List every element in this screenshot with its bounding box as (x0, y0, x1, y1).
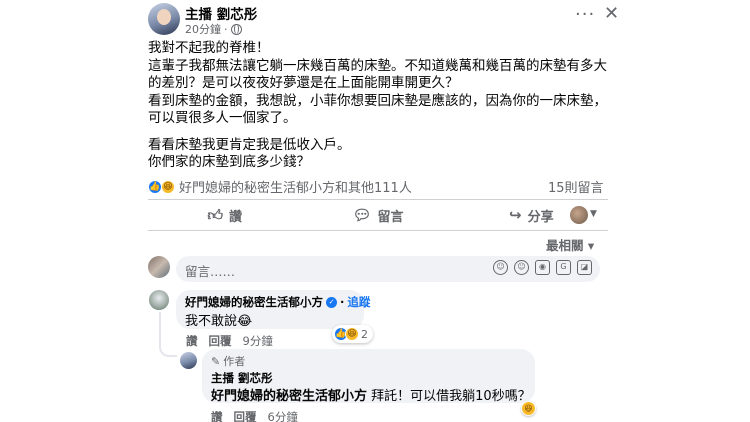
comment-reply-link[interactable]: 回覆 (209, 333, 232, 349)
chevron-down-icon: ▾ (587, 238, 595, 253)
reply-body: 拜託！可以借我躺10秒嗎？ (367, 389, 531, 404)
post-actions: 👍︎ 讚 💬︎ 留言 ↪ 分享 (148, 201, 608, 229)
reply-like-link[interactable]: 讚 (211, 409, 223, 422)
comment-reactions[interactable]: 👍 😆 2 (332, 325, 373, 343)
comment-input[interactable]: 留言…… ☺ ☺ ◉ G ◪ (176, 256, 600, 282)
pen-icon: ✎ (211, 354, 221, 368)
like-label: 讚 (229, 209, 243, 225)
haha-reaction-icon: 😆 (345, 327, 359, 341)
sticker-icon[interactable]: ◪ (577, 260, 592, 275)
mention-tag[interactable]: 好門媳婦的秘密生活郁小方 (211, 389, 367, 404)
divider (148, 230, 608, 231)
comment-like-link[interactable]: 讚 (186, 333, 198, 349)
verified-badge-icon: ✓ (326, 296, 337, 308)
reply-thread-line (159, 312, 177, 357)
comment-label: 留言 (377, 209, 404, 225)
sort-label: 最相關 (546, 238, 584, 253)
comment-bubble: 好門媳婦的秘密生活郁小方 ✓ · 追蹤 我不敢說😂 (176, 290, 370, 329)
post-meta: 20分鐘 · (185, 21, 242, 37)
comment-button[interactable]: 💬︎ 留言 (301, 206, 454, 225)
comment-sort-dropdown[interactable]: 最相關 ▾ (546, 235, 594, 254)
divider (148, 199, 608, 200)
reply-author-avatar[interactable] (180, 352, 197, 369)
poster-name[interactable]: 主播 劉芯彤 (185, 3, 257, 23)
commenter-avatar[interactable] (149, 290, 169, 310)
comment-bubble-icon: 💬︎ (352, 206, 372, 224)
left-margin (0, 0, 135, 422)
profile-switch-avatar[interactable] (570, 206, 588, 224)
close-icon[interactable]: ✕ (604, 3, 619, 24)
post-line: 看到床墊的金額，我想說，小菲你想要回床墊是應該的，因為你的一床床墊，可以買很多人… (148, 92, 607, 127)
more-horizontal-icon[interactable]: ··· (575, 4, 595, 25)
thumbs-up-icon: 👍︎ (207, 205, 223, 224)
gif-icon[interactable]: G (556, 260, 571, 275)
dot-separator: · (340, 295, 345, 309)
comment-time[interactable]: 9分鐘 (243, 333, 273, 349)
post-line: 你們家的床墊到底多少錢？ (148, 154, 310, 170)
post-body: 我對不起我的脊椎！ 這輩子我都無法讓它躺一床幾百萬的床墊。不知道幾萬和幾百萬的床… (148, 40, 608, 172)
emoji-icon[interactable]: ☺ (514, 260, 529, 275)
share-label: 分享 (527, 209, 554, 225)
post-line: 這輩子我都無法讓它躺一床幾百萬的床墊。不知道幾萬和幾百萬的床墊有多大的差別？是可… (148, 57, 607, 92)
current-user-avatar (148, 256, 170, 278)
post-line: 看看床墊我更肯定我是低收入戶。 (148, 136, 351, 153)
reactions-summary[interactable]: 👍 😆 好門媳婦的秘密生活郁小方和其他111人 (148, 177, 412, 196)
poster-avatar[interactable] (148, 3, 180, 35)
camera-icon[interactable]: ◉ (535, 260, 550, 275)
comment-actions: 讚 回覆 9分鐘 (186, 333, 273, 349)
like-reaction-icon: 👍 (148, 179, 162, 194)
comment-reaction-count: 2 (361, 327, 368, 341)
chevron-down-icon[interactable]: ▼ (590, 209, 597, 219)
reply-actions: 讚 回覆 6分鐘 (211, 409, 298, 422)
reactions-text[interactable]: 好門媳婦的秘密生活郁小方和其他111人 (179, 177, 412, 196)
globe-icon (230, 23, 242, 35)
reply-author[interactable]: 主播 劉芯彤 (211, 370, 273, 386)
reply-text: 好門媳婦的秘密生活郁小方 拜託！可以借我躺10秒嗎？ (211, 385, 531, 404)
comment-placeholder: 留言…… (185, 264, 236, 279)
comment-author-row: 好門媳婦的秘密生活郁小方 ✓ · 追蹤 (185, 294, 370, 310)
comment-input-tools: ☺ ☺ ◉ G ◪ (493, 260, 592, 275)
author-badge-label: 作者 (223, 355, 246, 368)
haha-reaction-icon: 😆 (161, 179, 175, 194)
reply-time[interactable]: 6分鐘 (268, 409, 298, 422)
reply-reply-link[interactable]: 回覆 (234, 409, 257, 422)
like-button[interactable]: 👍︎ 讚 (148, 206, 301, 225)
right-margin (615, 0, 750, 422)
author-badge: ✎ 作者 (211, 353, 245, 369)
avatar-sticker-icon[interactable]: ☺ (493, 260, 508, 275)
follow-link[interactable]: 追蹤 (347, 294, 370, 310)
dot-separator: · (224, 22, 228, 36)
post-time[interactable]: 20分鐘 (185, 21, 221, 37)
reply-bubble: ✎ 作者 主播 劉芯彤 好門媳婦的秘密生活郁小方 拜託！可以借我躺10秒嗎？ (202, 349, 535, 404)
comment-text: 我不敢說😂 (185, 314, 253, 329)
comment-author[interactable]: 好門媳婦的秘密生活郁小方 (185, 294, 323, 310)
comment-count[interactable]: 15則留言 (548, 177, 604, 196)
haha-reaction-icon[interactable]: 😆 (521, 401, 536, 416)
post-line: 我對不起我的脊椎！ (148, 40, 270, 56)
share-arrow-icon: ↪ (509, 206, 522, 224)
